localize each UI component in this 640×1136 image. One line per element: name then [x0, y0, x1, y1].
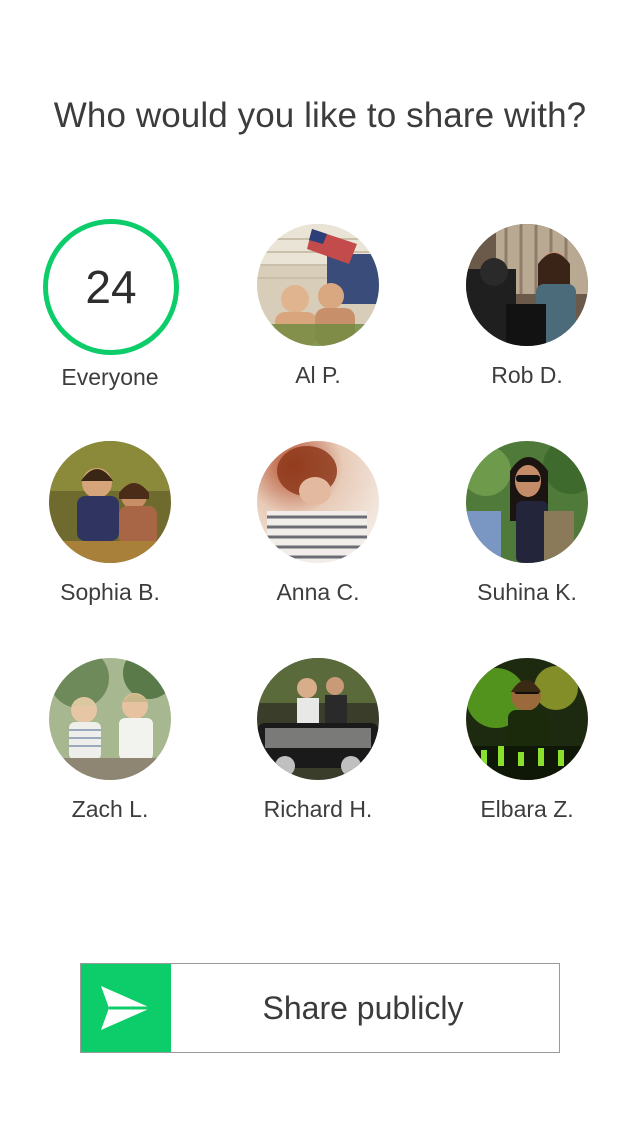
man-green-lights-photo	[466, 658, 588, 780]
two-children-vintage-photo	[49, 441, 171, 563]
two-toddlers-photo	[49, 658, 171, 780]
contact-name: Elbara Z.	[480, 796, 574, 822]
avatar	[49, 658, 171, 780]
contact-anna-c[interactable]: Anna C.	[218, 441, 418, 621]
contact-al-p[interactable]: Al P.	[218, 224, 418, 404]
contact-name: Zach L.	[71, 796, 149, 822]
woman-sunglasses-photo	[466, 441, 588, 563]
everyone-option[interactable]: 24 Everyone	[10, 219, 210, 406]
avatar	[466, 658, 588, 780]
contact-richard-h[interactable]: Richard H.	[218, 658, 418, 838]
contact-name: Anna C.	[276, 579, 360, 605]
avatar	[257, 441, 379, 563]
contact-suhina-k[interactable]: Suhina K.	[427, 441, 627, 621]
contact-name: Rob D.	[491, 362, 563, 388]
avatar	[257, 224, 379, 346]
avatar	[466, 441, 588, 563]
contact-name: Al P.	[295, 362, 341, 388]
contact-name: Sophia B.	[60, 579, 160, 605]
avatar	[49, 441, 171, 563]
avatar	[466, 224, 588, 346]
paper-plane-icon	[101, 986, 151, 1030]
contact-grid: 24 Everyone Al P. Rob D. Sophia B. Anna …	[0, 0, 640, 900]
contact-zach-l[interactable]: Zach L.	[10, 658, 210, 838]
contact-sophia-b[interactable]: Sophia B.	[10, 441, 210, 621]
contact-name: Richard H.	[263, 796, 373, 822]
everyone-label: Everyone	[61, 364, 159, 390]
everyone-count-ring: 24	[43, 219, 179, 355]
everyone-count: 24	[85, 261, 137, 313]
share-publicly-label: Share publicly	[262, 989, 464, 1026]
share-icon-box	[81, 964, 171, 1052]
contact-name: Suhina K.	[477, 579, 577, 605]
people-on-porch-photo	[466, 224, 588, 346]
share-publicly-button[interactable]: Share publicly	[80, 963, 560, 1053]
woman-striped-shirt-photo	[257, 441, 379, 563]
avatar	[257, 658, 379, 780]
contact-rob-d[interactable]: Rob D.	[427, 224, 627, 404]
people-at-car-photo	[257, 658, 379, 780]
contact-elbara-z[interactable]: Elbara Z.	[427, 658, 627, 838]
two-boys-flag-photo	[257, 224, 379, 346]
